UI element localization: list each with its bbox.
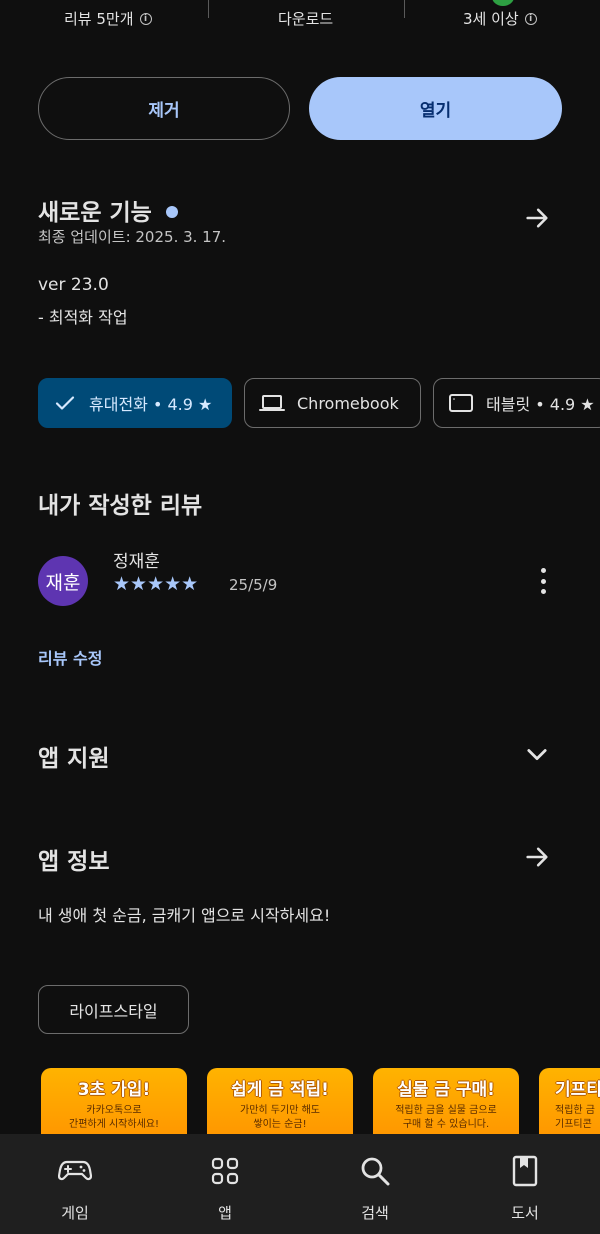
apps-grid-icon [208, 1154, 242, 1188]
nav-label: 앱 [218, 1204, 232, 1222]
nav-item-games[interactable]: 게임 [0, 1134, 150, 1234]
release-notes-text: - 최적화 작업 [38, 308, 128, 327]
whats-new-title: 새로운 기능 [38, 200, 152, 226]
nav-label: 검색 [361, 1204, 389, 1222]
screenshot-title: 3초 가입! [77, 1080, 151, 1100]
reviews-stat[interactable]: 리뷰 5만개 i [64, 8, 152, 29]
stat-divider [208, 0, 209, 18]
whats-new-header[interactable]: 새로운 기능 [38, 193, 178, 227]
more-options-icon[interactable] [532, 566, 554, 596]
reviews-count: 리뷰 5만개 [64, 10, 134, 28]
gamepad-icon [58, 1154, 92, 1188]
app-info-title[interactable]: 앱 정보 [38, 842, 110, 876]
screenshot-title: 쉽게 금 적립! [231, 1080, 329, 1100]
arrow-right-icon[interactable] [523, 843, 551, 871]
screenshot-caption: 기프티콘 [555, 1119, 592, 1130]
uninstall-button[interactable]: 제거 [38, 77, 290, 140]
app-description: 내 생애 첫 순금, 금캐기 앱으로 시작하세요! [38, 906, 331, 925]
screenshot-title: 기프티 [555, 1080, 600, 1100]
search-icon [358, 1154, 392, 1188]
screenshot-caption: 구매 할 수 있습니다. [402, 1119, 490, 1130]
screenshot-caption: 가만히 두기만 해도 [240, 1105, 320, 1116]
screenshot-thumbnail[interactable]: 쉽게 금 적립! 가만히 두기만 해도 쌓이는 순금! [207, 1068, 353, 1134]
nav-label: 도서 [511, 1204, 539, 1222]
tablet-icon [449, 394, 473, 412]
age-rating-label: 3세 이상 [463, 10, 519, 28]
app-stats-row: 리뷰 5만개 i 다운로드 3세 이상 i [0, 0, 600, 40]
action-buttons: 제거 열기 [38, 77, 562, 140]
category-chip[interactable]: 라이프스타일 [38, 985, 189, 1034]
nav-item-books[interactable]: 도서 [450, 1134, 600, 1234]
info-icon: i [524, 12, 537, 25]
screenshot-caption: 간편하게 시작하세요! [69, 1119, 159, 1130]
device-chip-phone[interactable]: 휴대전화 • 4.9 ★ [38, 378, 232, 428]
device-chip-label: Chromebook [297, 393, 399, 413]
screenshot-thumbnail[interactable]: 실물 금 구매! 적립한 금을 실물 금으로 구매 할 수 있습니다. [373, 1068, 519, 1134]
age-rating-stat[interactable]: 3세 이상 i [463, 8, 537, 29]
screenshot-thumbnail[interactable]: 3초 가입! 카카오톡으로 간편하게 시작하세요! [41, 1068, 187, 1134]
edit-review-link[interactable]: 리뷰 수정 [38, 645, 102, 669]
nav-item-apps[interactable]: 앱 [150, 1134, 300, 1234]
chevron-down-icon[interactable] [523, 740, 551, 768]
my-review-title: 내가 작성한 리뷰 [38, 493, 203, 519]
info-icon: i [139, 12, 152, 25]
review-date: 25/5/9 [229, 576, 278, 594]
screenshot-caption: 적립한 금을 실물 금으로 [395, 1105, 497, 1116]
laptop-icon [259, 395, 285, 411]
device-chip-tablet[interactable]: 태블릿 • 4.9 ★ [433, 378, 600, 428]
nav-item-search[interactable]: 검색 [300, 1134, 450, 1234]
arrow-right-icon[interactable] [523, 204, 551, 232]
device-chip-label: 태블릿 • 4.9 ★ [486, 395, 595, 414]
check-icon [55, 396, 75, 410]
screenshot-thumbnail[interactable]: 기프티 적립한 금 기프티콘 [539, 1068, 600, 1134]
screenshot-title: 실물 금 구매! [397, 1080, 495, 1100]
rating-badge-icon [492, 0, 514, 6]
screenshot-caption: 쌓이는 순금! [253, 1119, 307, 1130]
nav-label: 게임 [61, 1204, 89, 1222]
open-button[interactable]: 열기 [309, 77, 562, 140]
stat-divider [404, 0, 405, 18]
screenshot-caption: 적립한 금 [555, 1105, 595, 1116]
bottom-navigation: 게임 앱 검색 도서 [0, 1134, 600, 1234]
device-chip-label: 휴대전화 • 4.9 ★ [89, 395, 213, 414]
downloads-label: 다운로드 [278, 10, 334, 28]
app-support-title[interactable]: 앱 지원 [38, 739, 110, 773]
screenshot-caption: 카카오톡으로 [86, 1105, 142, 1116]
book-icon [508, 1154, 542, 1188]
version-text: ver 23.0 [38, 275, 109, 295]
device-chip-chromebook[interactable]: Chromebook [244, 378, 421, 428]
last-updated-text: 최종 업데이트: 2025. 3. 17. [38, 228, 227, 246]
new-indicator-dot [165, 205, 178, 218]
avatar: 재훈 [38, 556, 88, 606]
star-rating: ★★★★★ [113, 573, 199, 595]
reviewer-name: 정재훈 [113, 552, 160, 572]
downloads-stat: 다운로드 [278, 8, 333, 29]
